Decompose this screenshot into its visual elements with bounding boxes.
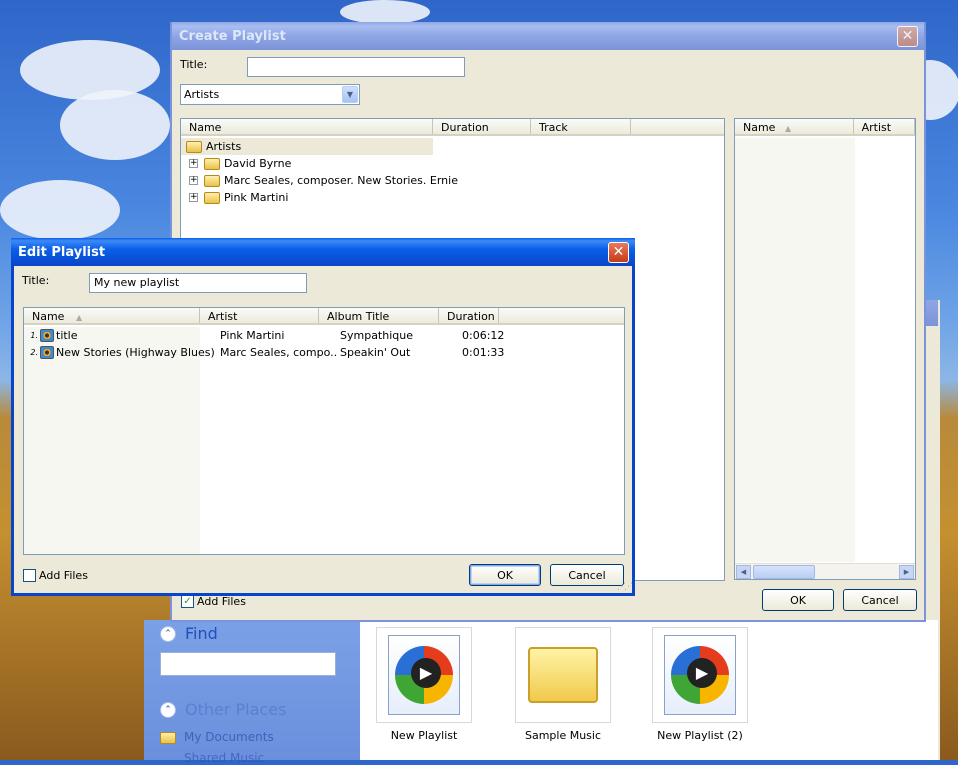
place-my-documents[interactable]: My Documents xyxy=(184,730,274,744)
edit-title-input[interactable]: My new playlist xyxy=(89,273,307,293)
folder-icon xyxy=(204,191,220,204)
create-playlist-title: Create Playlist xyxy=(179,28,286,44)
title-label: Title: xyxy=(180,58,208,71)
sorted-column-shade xyxy=(24,327,200,554)
find-title[interactable]: Find xyxy=(185,624,218,643)
playlist-items-list[interactable]: Name ▲ Artist ◀ ▶ xyxy=(734,118,916,580)
folder-icon xyxy=(204,174,220,187)
folder-icon xyxy=(186,140,202,153)
scroll-right-icon[interactable]: ▶ xyxy=(899,565,914,579)
file-new-playlist-2[interactable]: New Playlist (2) xyxy=(650,627,750,742)
edit-playlist-title-bar[interactable]: Edit Playlist ✕ xyxy=(11,238,635,266)
file-new-playlist[interactable]: New Playlist xyxy=(376,627,472,742)
library-list-header: Name Duration Track xyxy=(181,119,724,136)
title-label: Title: xyxy=(22,274,50,287)
edit-cancel-button[interactable]: Cancel xyxy=(550,564,624,586)
create-playlist-title-bar[interactable]: Create Playlist ✕ xyxy=(172,22,924,50)
sort-up-icon: ▲ xyxy=(75,313,83,322)
chevron-down-icon[interactable]: ▼ xyxy=(342,86,358,103)
collapse-find-icon[interactable]: ⌃ xyxy=(160,626,176,642)
edit-add-files-label: Add Files xyxy=(39,569,88,582)
col-artist[interactable]: Artist xyxy=(200,308,319,323)
sorted-column-shade xyxy=(735,138,855,562)
playlist-items-header: Name ▲ Artist xyxy=(735,119,915,136)
edit-ok-button[interactable]: OK xyxy=(469,564,541,586)
create-add-files-checkbox[interactable]: ✓ xyxy=(181,595,194,608)
expand-icon[interactable]: + xyxy=(189,159,198,168)
col-name-sorted[interactable]: Name ▲ xyxy=(24,308,200,323)
tree-item-artists[interactable]: Artists xyxy=(181,138,433,155)
edit-add-files-checkbox[interactable] xyxy=(23,569,36,582)
edit-playlist-tracks-list[interactable]: Name ▲ Artist Album Title Duration 1. ti… xyxy=(23,307,625,555)
scroll-left-icon[interactable]: ◀ xyxy=(736,565,751,579)
my-documents-icon xyxy=(160,732,176,744)
track-row[interactable]: 1. title Pink Martini Sympathique 0:06:1… xyxy=(24,327,516,344)
close-icon[interactable]: ✕ xyxy=(897,25,918,47)
file-sample-music[interactable]: Sample Music xyxy=(515,627,611,742)
find-input[interactable] xyxy=(160,652,336,676)
col-name[interactable]: Name xyxy=(181,119,433,134)
folder-icon xyxy=(204,157,220,170)
expand-icon[interactable]: + xyxy=(189,176,198,185)
sort-up-icon: ▲ xyxy=(784,124,792,133)
create-ok-button[interactable]: OK xyxy=(762,589,834,611)
horizontal-scrollbar[interactable]: ◀ ▶ xyxy=(735,563,915,579)
tree-item-marc-seales[interactable]: + Marc Seales, composer. New Stories. Er… xyxy=(181,172,458,189)
place-shared-music[interactable]: Shared Music xyxy=(184,751,264,765)
create-cancel-button[interactable]: Cancel xyxy=(843,589,917,611)
tracks-list-header: Name ▲ Artist Album Title Duration xyxy=(24,308,624,325)
col-track[interactable]: Track xyxy=(531,119,631,134)
edit-playlist-title: Edit Playlist xyxy=(18,244,106,260)
create-title-input[interactable] xyxy=(247,57,465,77)
tree-item-david-byrne[interactable]: + David Byrne xyxy=(181,155,291,172)
expand-icon[interactable]: + xyxy=(189,193,198,202)
media-file-icon xyxy=(388,635,460,715)
col-album-title[interactable]: Album Title xyxy=(319,308,439,323)
close-icon[interactable]: ✕ xyxy=(608,241,629,263)
resize-grip-icon[interactable]: ⋰⋰ xyxy=(617,582,633,592)
explorer-file-view: New Playlist Sample Music New Playlist (… xyxy=(360,620,938,760)
track-row[interactable]: 2. New Stories (Highway Blues) Marc Seal… xyxy=(24,344,516,361)
media-file-icon xyxy=(40,329,54,342)
col-duration[interactable]: Duration xyxy=(433,119,531,134)
explorer-task-pane: ⌃ Find ⌃ Other Places My Documents Share… xyxy=(144,620,360,765)
media-file-icon xyxy=(664,635,736,715)
edit-playlist-dialog: Edit Playlist ✕ Title: My new playlist N… xyxy=(11,238,635,596)
view-select-value: Artists xyxy=(184,88,220,101)
media-file-icon xyxy=(40,346,54,359)
folder-icon xyxy=(528,647,598,703)
col-duration[interactable]: Duration xyxy=(439,308,499,323)
view-select[interactable]: Artists ▼ xyxy=(180,84,360,105)
other-places-title[interactable]: Other Places xyxy=(185,700,286,719)
col-name-sorted[interactable]: Name ▲ xyxy=(735,119,854,134)
collapse-other-places-icon[interactable]: ⌃ xyxy=(160,702,176,718)
create-add-files-label: Add Files xyxy=(197,595,246,608)
tree-item-pink-martini[interactable]: + Pink Martini xyxy=(181,189,288,206)
col-artist[interactable]: Artist xyxy=(854,119,915,134)
scroll-thumb[interactable] xyxy=(753,565,815,579)
